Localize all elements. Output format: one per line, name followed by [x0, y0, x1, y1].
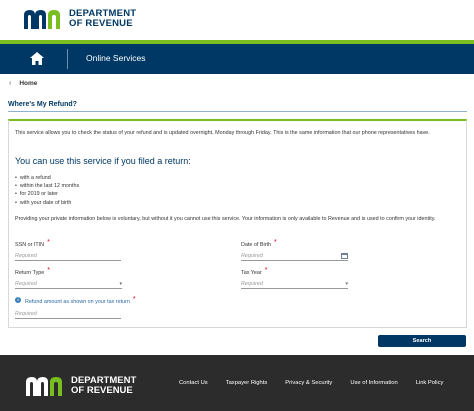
required-marker: * — [47, 267, 51, 274]
breadcrumb-home-link[interactable]: Home — [19, 80, 37, 87]
intro-text: This service allows you to check the sta… — [15, 130, 430, 136]
privacy-notice: Providing your private information below… — [15, 216, 436, 222]
info-icon[interactable]: i — [15, 297, 21, 303]
calendar-icon[interactable] — [341, 252, 348, 259]
ssn-label-text: SSN or ITIN — [15, 242, 45, 248]
page-title: Where's My Refund? — [8, 101, 77, 108]
refund-amount-placeholder: Required — [15, 310, 37, 317]
nav-bar: Online Services — [0, 44, 474, 74]
site-footer: DEPARTMENT OF REVENUE Contact Us Taxpaye… — [0, 355, 474, 411]
footer-link-contact-us[interactable]: Contact Us — [179, 380, 208, 386]
refund-panel: This service allows you to check the sta… — [8, 119, 467, 328]
required-marker: * — [47, 239, 50, 246]
logo-text: DEPARTMENT OF REVENUE — [69, 9, 136, 29]
footer-link-link-policy[interactable]: Link Policy — [416, 380, 444, 386]
site-header: DEPARTMENT OF REVENUE — [0, 0, 474, 38]
dob-label: Date of Birth * — [241, 239, 277, 248]
refund-amount-input[interactable]: Required — [15, 309, 121, 319]
nav-title-online-services[interactable]: Online Services — [86, 53, 146, 63]
eligibility-list: with a refund within the last 12 months … — [15, 174, 79, 207]
ssn-placeholder: Required — [15, 252, 37, 259]
eligibility-heading: You can use this service if you filed a … — [15, 156, 191, 166]
footer-link-privacy-security[interactable]: Privacy & Security — [285, 380, 332, 386]
tax-year-placeholder: Required — [241, 280, 263, 287]
dob-placeholder: Required — [241, 252, 263, 259]
mn-logo-icon — [24, 9, 64, 29]
refund-amount-label: Refund amount as shown on your tax retur… — [25, 296, 136, 305]
dob-label-text: Date of Birth — [241, 242, 271, 248]
required-marker: * — [273, 239, 277, 246]
list-item: for 2019 or later — [15, 190, 79, 198]
required-marker: * — [132, 296, 136, 303]
breadcrumb: ‹ Home — [9, 80, 37, 87]
chevron-down-icon: ▾ — [345, 280, 348, 287]
dob-input[interactable]: Required — [241, 251, 348, 261]
footer-logo-text: DEPARTMENT OF REVENUE — [71, 376, 136, 396]
ssn-label: SSN or ITIN * — [15, 239, 50, 248]
tax-year-select[interactable]: Required ▾ — [241, 279, 348, 289]
mn-logo-icon — [26, 376, 66, 396]
search-button[interactable]: Search — [378, 335, 466, 347]
required-marker: * — [264, 267, 268, 274]
footer-links: Contact Us Taxpayer Rights Privacy & Sec… — [179, 380, 443, 386]
tax-year-label-text: Tax Year — [241, 270, 262, 276]
chevron-left-icon: ‹ — [9, 80, 12, 87]
footer-revenue-logo[interactable]: DEPARTMENT OF REVENUE — [26, 376, 136, 396]
footer-link-use-of-information[interactable]: Use of Information — [350, 380, 397, 386]
revenue-logo[interactable]: DEPARTMENT OF REVENUE — [24, 9, 136, 29]
tax-year-label: Tax Year * — [241, 267, 268, 276]
return-type-placeholder: Required — [15, 280, 37, 287]
footer-logo-line-2: OF REVENUE — [71, 385, 133, 396]
list-item: with a refund — [15, 174, 79, 182]
list-item: within the last 12 months — [15, 182, 79, 190]
title-underline — [8, 111, 467, 112]
nav-divider — [67, 49, 68, 69]
return-type-label-text: Return Type — [15, 270, 45, 276]
ssn-input[interactable]: Required — [15, 251, 121, 261]
return-type-select[interactable]: Required ▾ — [15, 279, 122, 289]
home-icon[interactable] — [30, 52, 46, 66]
chevron-down-icon: ▾ — [119, 280, 122, 287]
return-type-label: Return Type * — [15, 267, 51, 276]
logo-line-2: OF REVENUE — [69, 18, 133, 29]
footer-link-taxpayer-rights[interactable]: Taxpayer Rights — [226, 380, 268, 386]
list-item: with your date of birth — [15, 199, 79, 207]
refund-amount-label-text: Refund amount as shown on your tax retur… — [25, 299, 130, 305]
